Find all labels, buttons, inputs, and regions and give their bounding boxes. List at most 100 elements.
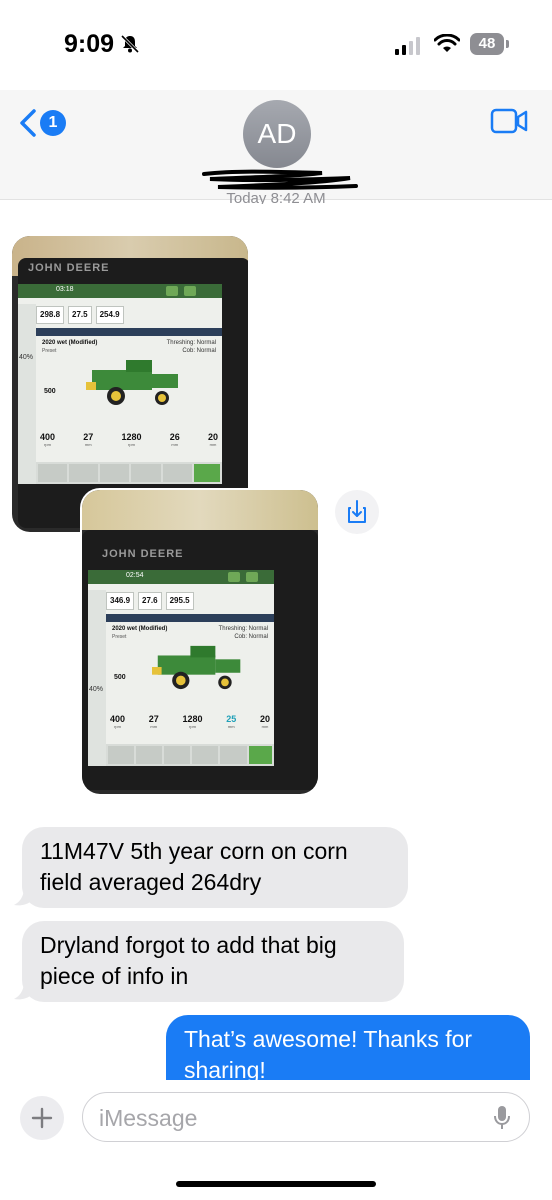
- cellular-signal-icon: [395, 37, 420, 55]
- plus-icon: [31, 1107, 53, 1129]
- metric-value: 1280: [121, 432, 142, 442]
- concave-metric: 27 mm: [149, 714, 159, 729]
- speed-value: 500: [114, 674, 126, 681]
- readout-row: 298.8 27.5 254.9: [36, 306, 124, 324]
- metric-unit: mm: [209, 442, 217, 447]
- battery-cap: [506, 40, 509, 48]
- metric-value: 1280: [182, 714, 203, 724]
- threshing-setting: Threshing: Normal: [218, 626, 268, 632]
- threshing-setting: Threshing: Normal: [166, 340, 216, 346]
- combine-icon: [86, 360, 178, 405]
- sieve-metric: 20 mm: [260, 714, 270, 729]
- chaffer-metric: 26 mm: [170, 432, 180, 447]
- display-bottom-bar: [36, 462, 222, 484]
- metric-value: 20: [207, 432, 218, 442]
- outgoing-message[interactable]: That’s awesome! Thanks for sharing!: [166, 1015, 530, 1085]
- battery-level: 48: [478, 35, 496, 52]
- metric-row: 400 rpm 27 mm 1280 rpm 26 mm 20 mm: [40, 432, 218, 447]
- metric-unit: mm: [227, 724, 235, 729]
- monitor-brand: JOHN DEERE: [102, 548, 184, 560]
- concave-metric: 27 mm: [83, 432, 93, 447]
- message-input-placeholder: iMessage: [99, 1105, 198, 1131]
- metric-value: 400: [40, 432, 56, 442]
- fan-speed-metric: 1280 rpm: [121, 432, 141, 447]
- sieve-metric: 20 mm: [208, 432, 218, 447]
- message-input[interactable]: iMessage: [82, 1092, 530, 1142]
- setting-preset: Preset: [42, 348, 57, 354]
- display-top-bar: 03:18: [18, 284, 222, 298]
- setting-title: 2020 wet (Modified): [112, 626, 168, 632]
- metric-unit: rpm: [128, 442, 135, 447]
- chaffer-metric: 25 mm: [226, 714, 236, 729]
- incoming-message[interactable]: Dryland forgot to add that big piece of …: [22, 921, 404, 1002]
- unread-badge: 1: [40, 110, 66, 136]
- monitor-display: 02:54 40% 346.9 27.6 295.5 2020 wet (Mod…: [88, 570, 274, 766]
- metric-unit: rpm: [44, 442, 51, 447]
- contact-avatar[interactable]: AD: [243, 100, 311, 168]
- metric-unit: mm: [171, 442, 179, 447]
- photo-background: [82, 490, 318, 530]
- display-left-panel: 40%: [88, 590, 106, 766]
- display-time: 02:54: [126, 572, 144, 579]
- back-button[interactable]: 1: [18, 108, 68, 138]
- readout-1: 346.9: [106, 592, 135, 610]
- setting-title: 2020 wet (Modified): [42, 340, 98, 346]
- cob-setting: Cob: Normal: [234, 634, 268, 640]
- wifi-icon: [434, 34, 460, 52]
- photo-attachment-2[interactable]: JOHN DEERE 02:54 40% 346.9 27.6 295.5 20…: [82, 490, 318, 794]
- home-indicator[interactable]: [176, 1181, 376, 1187]
- incoming-message[interactable]: 11M47V 5th year corn on corn field avera…: [22, 827, 408, 908]
- readout-row: 346.9 27.6 295.5: [106, 592, 194, 610]
- speed-value: 500: [44, 388, 56, 395]
- back-arrow-icon: [166, 286, 178, 296]
- chevron-left-icon: [20, 109, 36, 137]
- display-bottom-bar: [106, 744, 274, 766]
- side-value-1: 40%: [89, 686, 104, 693]
- save-photo-button[interactable]: [335, 490, 379, 534]
- metric-unit: rpm: [189, 724, 196, 729]
- metric-unit: mm: [84, 442, 92, 447]
- compose-bar: iMessage: [0, 1080, 552, 1200]
- metric-row: 400 rpm 27 mm 1280 rpm 25 mm 20 mm: [110, 714, 270, 729]
- harvest-settings-bar: [36, 328, 222, 336]
- metric-unit: mm: [261, 724, 269, 729]
- conversation-header: 1 AD: [0, 90, 552, 200]
- readout-2: 27.5: [68, 306, 92, 324]
- forward-arrow-icon: [184, 286, 196, 296]
- rotor-speed-metric: 400 rpm: [110, 714, 125, 729]
- metric-value: 26: [169, 432, 180, 442]
- apps-plus-button[interactable]: [20, 1096, 64, 1140]
- combine-icon: [152, 645, 241, 690]
- download-icon: [348, 500, 366, 523]
- silent-bell-icon: [120, 34, 140, 54]
- message-timestamp: Today 8:42 AM: [226, 190, 326, 204]
- harvest-settings-bar: [106, 614, 274, 622]
- readout-2: 27.6: [138, 592, 162, 610]
- battery-indicator: 48: [470, 33, 510, 55]
- metric-unit: mm: [150, 724, 158, 729]
- display-time: 03:18: [56, 286, 74, 293]
- readout-1: 298.8: [36, 306, 65, 324]
- metric-value: 25: [226, 714, 237, 724]
- status-bar: 9:09 48: [0, 0, 552, 90]
- metric-unit: rpm: [114, 724, 121, 729]
- photo-attachment-1[interactable]: JOHN DEERE 03:18 40% 298.8 27.5 254.9 20…: [12, 236, 248, 532]
- facetime-video-icon[interactable]: [490, 108, 528, 134]
- fan-speed-metric: 1280 rpm: [182, 714, 202, 729]
- rotor-speed-metric: 400 rpm: [40, 432, 55, 447]
- metric-value: 400: [110, 714, 126, 724]
- side-value-1: 40%: [19, 354, 34, 361]
- setting-preset: Preset: [112, 634, 127, 640]
- readout-3: 254.9: [95, 306, 124, 324]
- display-left-panel: 40%: [18, 304, 36, 484]
- forward-arrow-icon: [246, 572, 258, 582]
- metric-value: 20: [259, 714, 270, 724]
- messages-screen: 9:09 48 1 AD Today 8:42 AM JOHN DEERE 03…: [0, 0, 552, 1200]
- status-time: 9:09: [64, 30, 115, 58]
- readout-3: 295.5: [165, 592, 194, 610]
- back-arrow-icon: [228, 572, 240, 582]
- metric-value: 27: [148, 714, 159, 724]
- display-top-bar: 02:54: [88, 570, 274, 584]
- microphone-icon[interactable]: [493, 1105, 511, 1131]
- monitor-display: 03:18 40% 298.8 27.5 254.9 2020 wet (Mod…: [18, 284, 222, 484]
